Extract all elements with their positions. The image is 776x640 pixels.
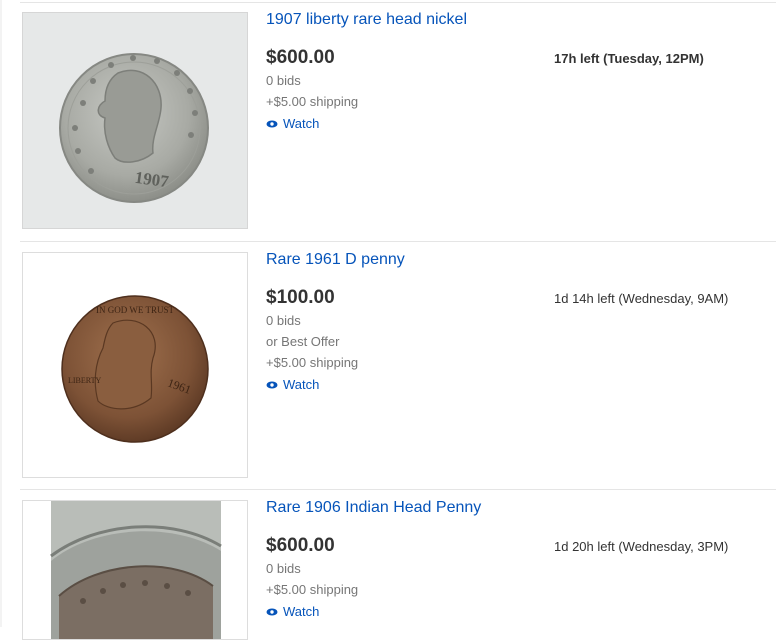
listing-time-left: 17h left (Tuesday, 12PM) bbox=[554, 51, 704, 66]
listing-bids: 0 bids bbox=[266, 73, 301, 88]
listing-shipping: +$5.00 shipping bbox=[266, 355, 359, 370]
listing-title[interactable]: Rare 1906 Indian Head Penny bbox=[266, 499, 481, 517]
coin-liberty-text: LIBERTY bbox=[68, 376, 102, 385]
watch-link[interactable]: Watch bbox=[266, 604, 319, 619]
listing-shipping: +$5.00 shipping bbox=[266, 582, 359, 597]
eye-icon bbox=[266, 608, 278, 615]
page-left-edge bbox=[0, 0, 2, 627]
indian-head-penny-image bbox=[23, 501, 247, 639]
penny-coin-image: IN GOD WE TRUST LIBERTY 1961 bbox=[23, 253, 247, 477]
top-divider bbox=[20, 2, 776, 3]
listing-bids: 0 bids bbox=[266, 561, 301, 576]
listing-title[interactable]: 1907 liberty rare head nickel bbox=[266, 11, 467, 29]
watch-label: Watch bbox=[283, 377, 320, 392]
nickel-coin-image: 1907 bbox=[23, 13, 247, 228]
listing-time-left: 1d 20h left (Wednesday, 3PM) bbox=[554, 539, 729, 554]
coin-motto-text: IN GOD WE TRUST bbox=[96, 305, 174, 315]
listing-thumbnail[interactable]: IN GOD WE TRUST LIBERTY 1961 bbox=[22, 252, 248, 478]
listing-thumbnail[interactable] bbox=[22, 500, 248, 640]
listing-bids: 0 bids bbox=[266, 313, 301, 328]
listing-divider bbox=[20, 489, 776, 490]
listing-price: $600.00 bbox=[266, 47, 335, 68]
listing-price: $600.00 bbox=[266, 535, 335, 556]
watch-link[interactable]: Watch bbox=[266, 116, 319, 131]
listing-thumbnail[interactable]: 1907 bbox=[22, 12, 248, 229]
listing-title[interactable]: Rare 1961 D penny bbox=[266, 251, 405, 269]
watch-link[interactable]: Watch bbox=[266, 377, 319, 392]
watch-label: Watch bbox=[283, 604, 320, 619]
listing-divider bbox=[20, 241, 776, 242]
listing-shipping: +$5.00 shipping bbox=[266, 94, 359, 109]
watch-label: Watch bbox=[283, 116, 320, 131]
listing-best-offer: or Best Offer bbox=[266, 334, 340, 349]
eye-icon bbox=[266, 381, 278, 388]
listing-time-left: 1d 14h left (Wednesday, 9AM) bbox=[554, 291, 729, 306]
listing-price: $100.00 bbox=[266, 287, 335, 308]
eye-icon bbox=[266, 120, 278, 127]
